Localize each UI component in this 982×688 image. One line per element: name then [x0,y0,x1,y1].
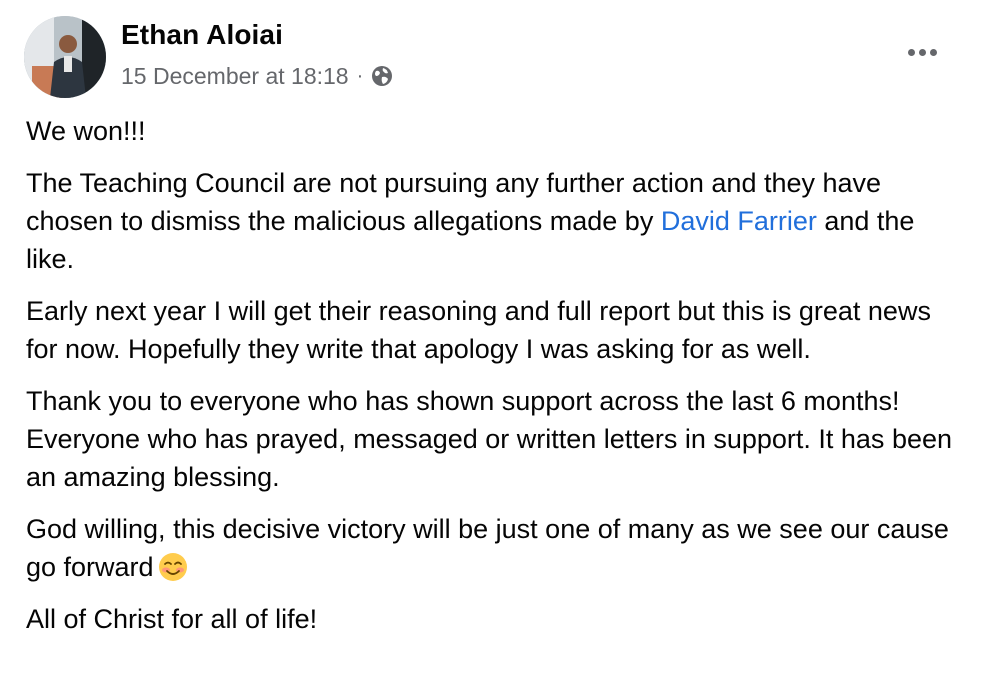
paragraph-text: We won!!! [26,116,146,146]
more-dot [918,48,926,56]
more-dot [929,48,937,56]
avatar[interactable] [24,16,106,98]
paragraph-text: Early next year I will get their reasoni… [26,296,931,364]
post-paragraph: Early next year I will get their reasoni… [26,292,956,368]
mention-link-david-farrier[interactable]: David Farrier [661,206,817,236]
meta-separator: · [356,64,364,87]
more-options-icon[interactable] [902,42,942,62]
paragraph-text: Thank you to everyone who has shown supp… [26,386,953,492]
post-paragraph: We won!!! [26,112,956,150]
post-timestamp[interactable]: 15 December at 18:18 [121,63,349,90]
post-header: Ethan Aloiai 15 December at 18:18 · [24,16,964,98]
post-body: We won!!! The Teaching Council are not p… [26,112,956,652]
globe-icon[interactable] [371,65,393,87]
post-paragraph: All of Christ for all of life! [26,600,956,638]
post-paragraph: God willing, this decisive victory will … [26,510,956,586]
post-meta: 15 December at 18:18 · [121,62,393,90]
author-name[interactable]: Ethan Aloiai [121,19,283,51]
post-paragraph: The Teaching Council are not pursuing an… [26,164,956,278]
more-dot [907,48,915,56]
avatar-photo [24,16,106,98]
smiling-blushing-face-emoji [158,553,187,581]
post-paragraph: Thank you to everyone who has shown supp… [26,382,956,496]
paragraph-text: All of Christ for all of life! [26,604,318,634]
facebook-post: Ethan Aloiai 15 December at 18:18 · We w… [0,0,982,688]
